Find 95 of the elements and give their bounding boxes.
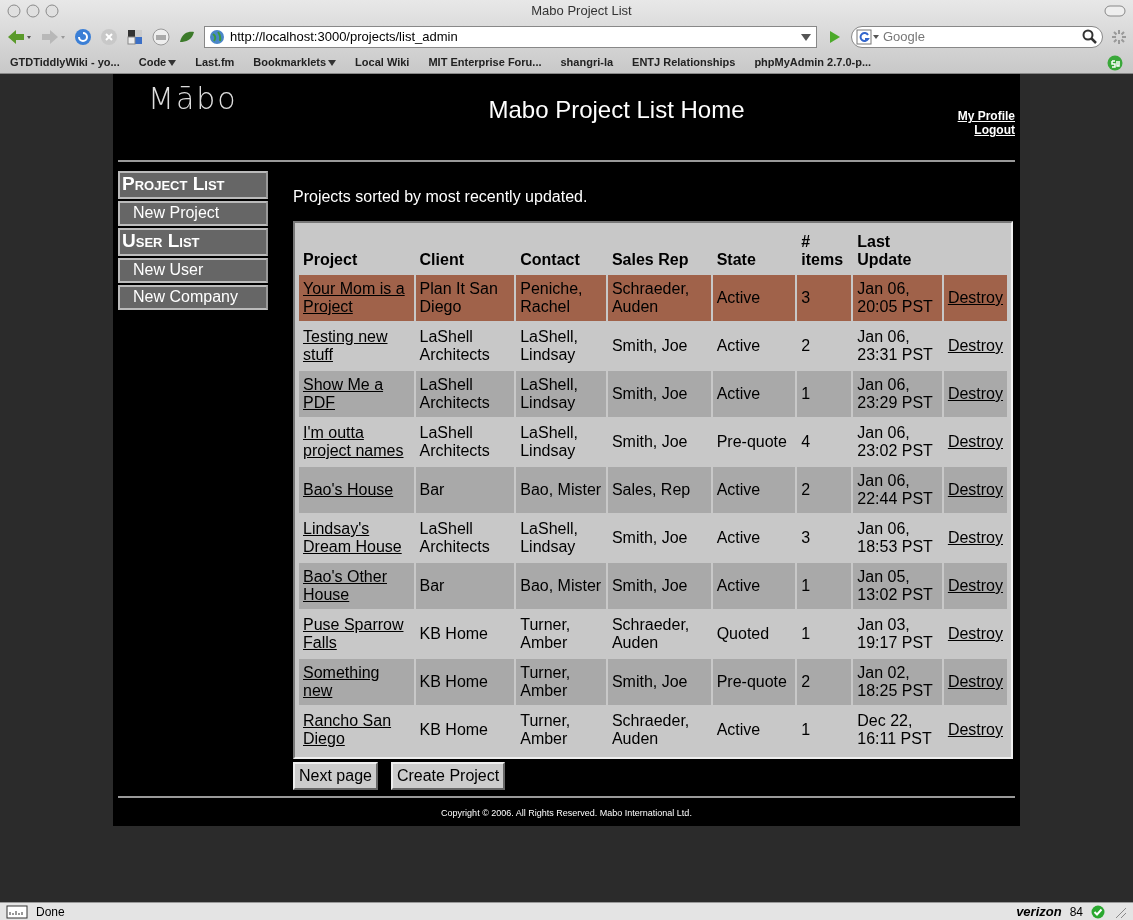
table-cell: Schraeder, Auden	[607, 275, 711, 321]
stumble-icon[interactable]	[1107, 54, 1123, 71]
destroy-link[interactable]: Destroy	[947, 337, 1003, 354]
project-link[interactable]: Lindsay's Dream House	[303, 520, 410, 556]
action-button[interactable]: Create Project	[390, 762, 506, 790]
back-icon[interactable]	[6, 27, 32, 46]
bookmark-link[interactable]: phpMyAdmin 2.7.0-p...	[754, 54, 872, 71]
page-title: Mabo Project List Home	[487, 95, 746, 125]
bookmark-link[interactable]: Last.fm	[195, 54, 235, 71]
table-cell: Plan It San Diego	[415, 275, 515, 321]
table-cell: 2	[797, 659, 852, 705]
column-header: Last Update	[856, 232, 913, 270]
url-text: http://localhost:3000/projects/list_admin	[230, 27, 459, 46]
table-cell: 1	[797, 563, 852, 609]
table-cell: 3	[797, 275, 852, 321]
search-icon[interactable]	[1082, 28, 1098, 45]
project-link[interactable]: Puse Sparrow Falls	[303, 616, 410, 652]
table-cell: Jan 06, 22:44 PST	[853, 467, 942, 513]
window-title: Mabo Project List	[530, 1, 633, 20]
table-cell: Turner, Amber	[516, 659, 606, 705]
reload-icon[interactable]	[74, 27, 92, 46]
table-cell: Active	[712, 371, 796, 417]
squares-icon[interactable]	[126, 27, 144, 46]
copyright-text: Copyright © 2006. All Rights Reserved. Mabo International Ltd.	[440, 807, 693, 820]
logo: Mābo	[147, 80, 239, 114]
destroy-link[interactable]: Destroy	[947, 721, 1003, 738]
table-cell: Active	[712, 563, 796, 609]
destroy-link[interactable]: Destroy	[947, 625, 1003, 642]
column-header: Client	[418, 250, 465, 270]
status-text: Done	[36, 903, 66, 920]
project-link[interactable]: Testing new stuff	[303, 328, 410, 364]
destroy-link[interactable]: Destroy	[947, 529, 1003, 546]
table-cell: Bar	[415, 467, 515, 513]
table-cell: Active	[712, 467, 796, 513]
table-cell: Jan 06, 23:29 PST	[853, 371, 942, 417]
destroy-link[interactable]: Destroy	[947, 433, 1003, 450]
table-cell: Peniche, Rachel	[516, 275, 606, 321]
dropdown-icon[interactable]	[800, 31, 812, 42]
count-text: 84	[1069, 903, 1083, 920]
table-cell: Bao, Mister	[516, 467, 606, 513]
table-cell: Sales, Rep	[607, 467, 711, 513]
table-cell: Jan 02, 18:25 PST	[853, 659, 942, 705]
project-link[interactable]: Rancho San Diego	[303, 712, 410, 748]
zoom-button[interactable]	[45, 3, 59, 18]
close-button[interactable]	[7, 3, 21, 18]
globe-icon	[209, 28, 225, 45]
table-cell: LaShell, Lindsay	[516, 371, 606, 417]
bookmark-link[interactable]: MIT Enterprise Foru...	[428, 54, 542, 71]
sidebar-link[interactable]: New Company	[118, 285, 268, 310]
column-header: Project	[302, 250, 359, 270]
search-placeholder: Google	[883, 27, 926, 46]
forward-icon[interactable]	[40, 27, 66, 46]
table-cell: Smith, Joe	[607, 371, 711, 417]
table-cell: Bar	[415, 563, 515, 609]
check-icon	[1091, 904, 1105, 919]
bookmark-link[interactable]: ENTJ Relationships	[632, 54, 736, 71]
spinner-icon	[1111, 28, 1127, 45]
column-header: # items	[800, 232, 845, 270]
table-cell: Active	[712, 275, 796, 321]
address-field[interactable]: http://localhost:3000/projects/list_admin	[204, 25, 817, 48]
sidebar-link[interactable]: New Project	[118, 201, 268, 226]
google-icon	[856, 28, 880, 45]
column-header: State	[715, 250, 757, 270]
table-cell: LaShell Architects	[415, 371, 515, 417]
search-field[interactable]: Google	[851, 25, 1103, 48]
minimize-button[interactable]	[26, 3, 40, 18]
table-cell: 2	[797, 467, 852, 513]
column-header: Sales Rep	[610, 250, 690, 270]
table-cell: Jan 05, 13:02 PST	[853, 563, 942, 609]
table-cell: KB Home	[415, 659, 515, 705]
table-cell: Smith, Joe	[607, 659, 711, 705]
bookmark-link[interactable]: Bookmarklets	[253, 54, 337, 71]
table-cell: Bao, Mister	[516, 563, 606, 609]
column-header: Contact	[519, 250, 581, 270]
header-link[interactable]: My Profile	[957, 109, 1015, 123]
header-link[interactable]: Logout	[974, 123, 1015, 137]
sidebar-heading[interactable]: Project List	[118, 171, 268, 199]
bookmark-link[interactable]: GTDTiddlyWiki - yo...	[10, 54, 120, 71]
tag-icon[interactable]	[152, 27, 170, 46]
bookmark-link[interactable]: Code	[138, 54, 177, 71]
action-button[interactable]: Next page	[293, 762, 378, 790]
bookmark-link[interactable]: Local Wiki	[355, 54, 410, 71]
sidebar-heading[interactable]: User List	[118, 228, 268, 256]
toolbar-toggle-button[interactable]	[1104, 4, 1126, 17]
intro-text: Projects sorted by most recently updated.	[293, 187, 589, 207]
bookmark-link[interactable]: shangri-la	[560, 54, 614, 71]
project-link[interactable]: I'm outta project names	[303, 424, 410, 460]
status-panel-icon[interactable]	[6, 904, 28, 919]
table-cell: Jan 06, 20:05 PST	[853, 275, 942, 321]
table-cell: Pre-quote	[712, 659, 796, 705]
carrier-name: verizon	[1016, 902, 1062, 920]
table-cell: Smith, Joe	[607, 563, 711, 609]
stop-icon[interactable]	[100, 27, 118, 46]
sidebar-link[interactable]: New User	[118, 258, 268, 283]
table-cell: 1	[797, 371, 852, 417]
